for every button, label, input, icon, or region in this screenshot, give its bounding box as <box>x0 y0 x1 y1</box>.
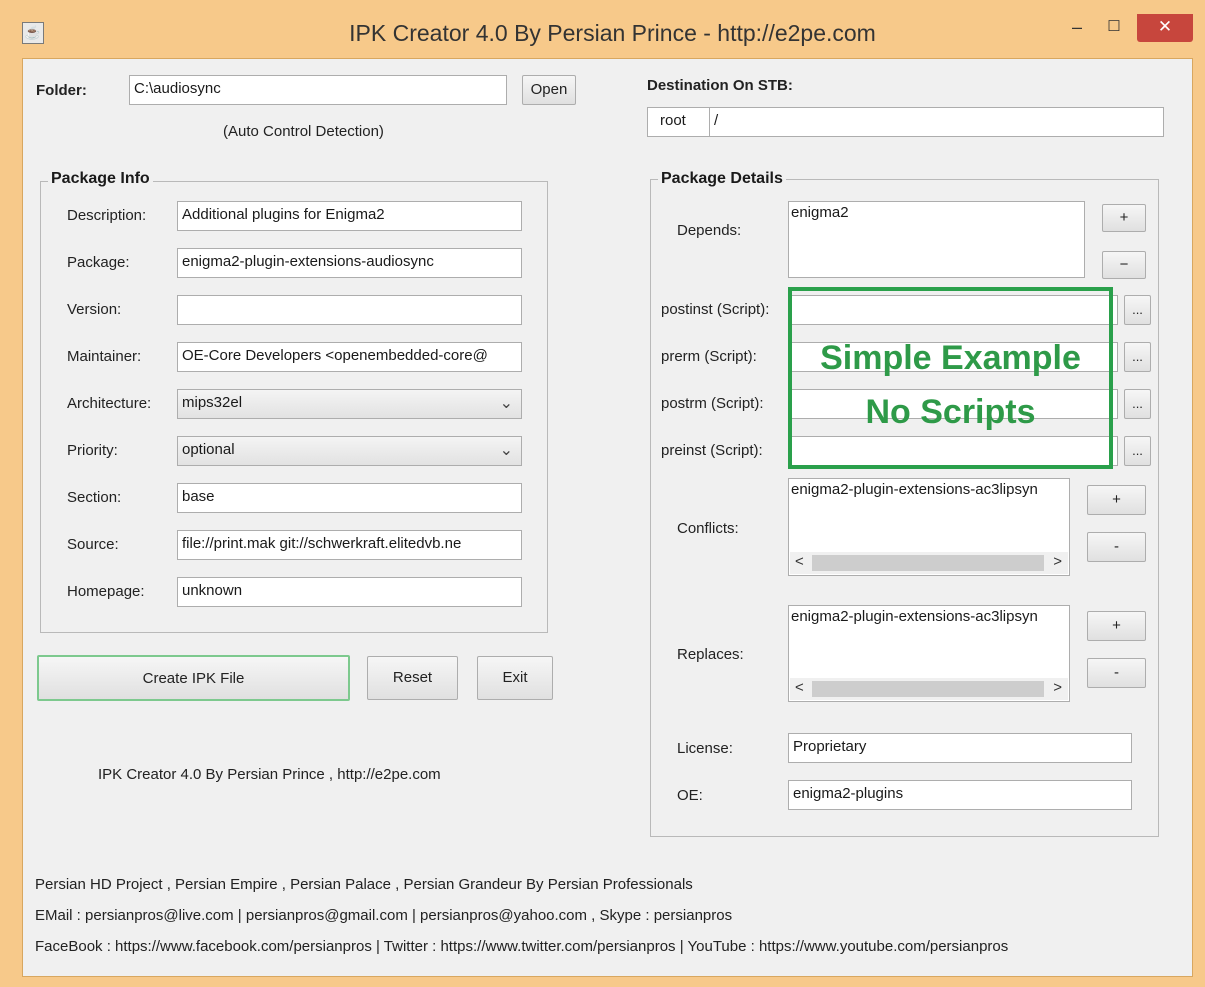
priority-label: Priority: <box>67 442 118 459</box>
app-window: ☕ IPK Creator 4.0 By Persian Prince - ht… <box>0 0 1205 987</box>
package-input[interactable]: enigma2-plugin-extensions-audiosync <box>177 248 522 278</box>
architecture-label: Architecture: <box>67 395 152 412</box>
chevron-down-icon: ⌄ <box>499 395 513 412</box>
preinst-browse-button[interactable]: ... <box>1124 436 1151 466</box>
destination-label: Destination On STB: <box>647 77 793 94</box>
conflicts-remove-button[interactable]: - <box>1087 532 1146 562</box>
chevron-down-icon: ⌄ <box>499 442 513 459</box>
source-label: Source: <box>67 536 119 553</box>
license-input[interactable]: Proprietary <box>788 733 1132 763</box>
package-details-title: Package Details <box>658 170 786 188</box>
conflicts-scrollbar[interactable]: < > <box>790 552 1068 574</box>
annotation-line2: No Scripts <box>865 393 1036 431</box>
annotation-line1: Simple Example <box>820 339 1081 377</box>
postrm-label: postrm (Script): <box>661 395 764 412</box>
description-input[interactable]: Additional plugins for Enigma2 <box>177 201 522 231</box>
scroll-right-icon[interactable]: > <box>1053 679 1062 696</box>
footer-line1: Persian HD Project , Persian Empire , Pe… <box>35 876 693 893</box>
depends-remove-button[interactable]: − <box>1102 251 1146 279</box>
description-label: Description: <box>67 207 147 224</box>
preinst-label: preinst (Script): <box>661 442 763 459</box>
depends-list[interactable]: enigma2 <box>788 201 1085 278</box>
prerm-label: prerm (Script): <box>661 348 757 365</box>
section-label: Section: <box>67 489 122 506</box>
client-area: Folder: C:\audiosync Open (Auto Control … <box>22 58 1193 977</box>
folder-label: Folder: <box>36 82 87 99</box>
oe-label: OE: <box>677 787 703 804</box>
scroll-left-icon[interactable]: < <box>795 679 804 696</box>
depends-label: Depends: <box>677 222 742 239</box>
destination-user-field[interactable]: root <box>647 107 710 137</box>
create-ipk-button[interactable]: Create IPK File <box>37 655 350 701</box>
window-title: IPK Creator 4.0 By Persian Prince - http… <box>349 20 876 46</box>
exit-button[interactable]: Exit <box>477 656 553 700</box>
version-label: Version: <box>67 301 122 318</box>
maintainer-label: Maintainer: <box>67 348 142 365</box>
version-input[interactable] <box>177 295 522 325</box>
scroll-thumb[interactable] <box>812 681 1044 697</box>
replaces-add-button[interactable]: + <box>1087 611 1146 641</box>
oe-input[interactable]: enigma2-plugins <box>788 780 1132 810</box>
package-label: Package: <box>67 254 130 271</box>
conflicts-list[interactable]: enigma2-plugin-extensions-ac3lipsyn < > <box>788 478 1070 576</box>
homepage-input[interactable]: unknown <box>177 577 522 607</box>
conflicts-label: Conflicts: <box>677 520 739 537</box>
conflicts-item[interactable]: enigma2-plugin-extensions-ac3lipsyn <box>791 481 1038 498</box>
title-bar[interactable]: ☕ IPK Creator 4.0 By Persian Prince - ht… <box>0 0 1205 58</box>
open-button[interactable]: Open <box>522 75 576 105</box>
depends-add-button[interactable]: + <box>1102 204 1146 232</box>
package-info-title: Package Info <box>48 170 153 188</box>
minimize-button[interactable]: ‒ <box>1060 14 1094 42</box>
replaces-label: Replaces: <box>677 646 744 663</box>
priority-select[interactable]: optional ⌄ <box>177 436 522 466</box>
postinst-browse-button[interactable]: ... <box>1124 295 1151 325</box>
priority-value: optional <box>182 441 235 458</box>
folder-input[interactable]: C:\audiosync <box>129 75 507 105</box>
scroll-right-icon[interactable]: > <box>1053 553 1062 570</box>
reset-button[interactable]: Reset <box>367 656 458 700</box>
destination-path-input[interactable]: / <box>709 107 1164 137</box>
license-label: License: <box>677 740 733 757</box>
homepage-label: Homepage: <box>67 583 145 600</box>
footer-line2: EMail : persianpros@live.com | persianpr… <box>35 907 733 924</box>
replaces-scrollbar[interactable]: < > <box>790 678 1068 700</box>
postrm-browse-button[interactable]: ... <box>1124 389 1151 419</box>
replaces-item[interactable]: enigma2-plugin-extensions-ac3lipsyn <box>791 608 1038 625</box>
scroll-thumb[interactable] <box>812 555 1044 571</box>
postinst-label: postinst (Script): <box>661 301 770 318</box>
section-input[interactable]: base <box>177 483 522 513</box>
footer-line3: FaceBook : https://www.facebook.com/pers… <box>35 938 1009 955</box>
conflicts-add-button[interactable]: + <box>1087 485 1146 515</box>
architecture-value: mips32el <box>182 394 243 411</box>
annotation-box <box>788 287 1113 469</box>
close-button[interactable]: ✕ <box>1137 14 1193 42</box>
architecture-select[interactable]: mips32el ⌄ <box>177 389 522 419</box>
maintainer-input[interactable]: OE-Core Developers <openembedded-core@ <box>177 342 522 372</box>
credit-text: IPK Creator 4.0 By Persian Prince , http… <box>98 766 441 783</box>
replaces-list[interactable]: enigma2-plugin-extensions-ac3lipsyn < > <box>788 605 1070 702</box>
replaces-remove-button[interactable]: - <box>1087 658 1146 688</box>
prerm-browse-button[interactable]: ... <box>1124 342 1151 372</box>
source-input[interactable]: file://print.mak git://schwerkraft.elite… <box>177 530 522 560</box>
maximize-button[interactable]: ☐ <box>1097 14 1131 42</box>
auto-detection-hint: (Auto Control Detection) <box>223 123 384 140</box>
scroll-left-icon[interactable]: < <box>795 553 804 570</box>
